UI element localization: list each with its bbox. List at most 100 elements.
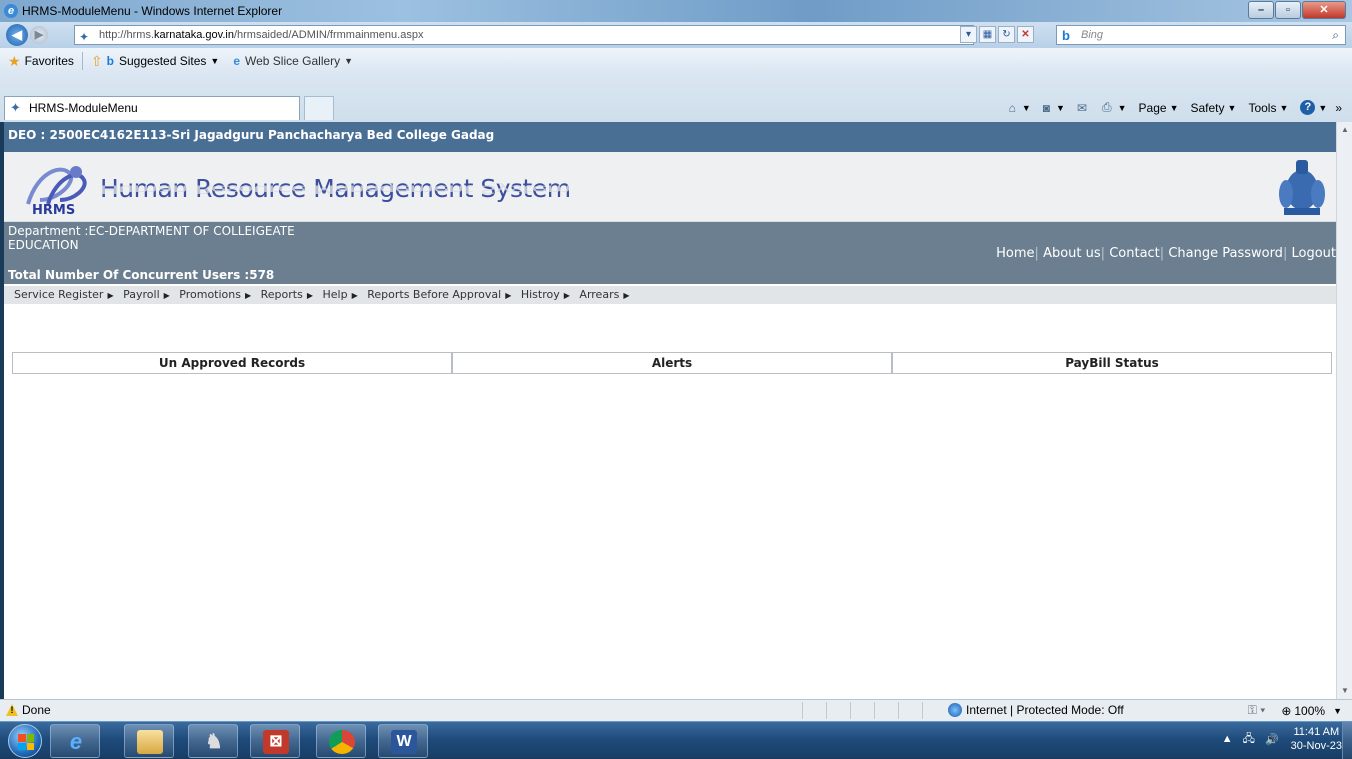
deo-header: DEO : 2500EC4162E113-Sri Jagadguru Panch… <box>4 122 1336 152</box>
forward-button[interactable]: ▶ <box>30 26 48 44</box>
page-menu[interactable]: Page ▼ <box>1139 101 1179 115</box>
mail-button[interactable]: ✉ <box>1077 101 1090 115</box>
dashboard-panels: Un Approved Records Alerts PayBill Statu… <box>12 352 1332 374</box>
logo-text: HRMS <box>32 203 75 216</box>
clock-date: 30-Nov-23 <box>1290 740 1342 752</box>
safety-menu[interactable]: Safety ▼ <box>1191 101 1237 115</box>
page-content: DEO : 2500EC4162E113-Sri Jagadguru Panch… <box>4 122 1336 699</box>
panel-unapproved-records: Un Approved Records <box>12 352 452 374</box>
menu-promotions[interactable]: Promotions <box>179 288 241 301</box>
taskbar-chess[interactable]: ♞ <box>188 724 238 758</box>
minimize-button[interactable]: – <box>1248 1 1274 19</box>
scroll-down-icon[interactable]: ▼ <box>1337 683 1352 699</box>
mail-icon: ✉ <box>1076 100 1088 115</box>
fav-suggested-sites[interactable]: b Suggested Sites ▼ <box>107 54 220 68</box>
clock[interactable]: 11:41 AM 30-Nov-23 <box>1291 725 1342 753</box>
rss-icon: ◙ <box>1042 100 1051 115</box>
dropdown-arrow-icon[interactable]: ▾ <box>960 26 977 43</box>
panel-paybill-status: PayBill Status <box>892 352 1332 374</box>
tab-hrms[interactable]: ✦ HRMS-ModuleMenu <box>4 96 300 120</box>
protected-mode-icon: ⚿ ▾ <box>1247 703 1266 717</box>
fav-web-slice-gallery[interactable]: e Web Slice Gallery ▼ <box>233 54 353 68</box>
start-button[interactable] <box>8 724 42 758</box>
logout-link[interactable]: Logout <box>1291 246 1336 261</box>
menu-arrow-icon: ▶ <box>306 291 313 300</box>
favorites-bar: ★ Favorites ⇧ b Suggested Sites ▼ e Web … <box>0 48 1352 74</box>
about-us-link[interactable]: About us <box>1043 246 1101 261</box>
status-text: Done <box>22 703 51 717</box>
url-path: /hrmsaided/ADMIN/frmmainmenu.aspx <box>233 29 424 41</box>
menu-arrears[interactable]: Arrears <box>579 288 619 301</box>
folder-icon <box>137 730 163 754</box>
maximize-button[interactable]: ▫ <box>1275 1 1301 19</box>
network-icon[interactable]: 🖧 <box>1243 730 1255 749</box>
add-favorites-icon[interactable]: ⇧ <box>91 53 103 70</box>
title-bar: e HRMS-ModuleMenu - Windows Internet Exp… <box>0 0 1352 22</box>
taskbar-explorer[interactable] <box>124 724 174 758</box>
concurrent-users: Total Number Of Concurrent Users :578 <box>8 268 275 282</box>
close-button[interactable]: ✕ <box>1302 1 1346 19</box>
word-icon: W <box>391 730 417 754</box>
refresh-icon[interactable]: ↻ <box>998 26 1015 43</box>
search-box[interactable]: b Bing ⌕ <box>1056 25 1346 45</box>
window-controls: – ▫ ✕ <box>1247 1 1346 19</box>
chevron-down-icon: ▼ <box>344 56 354 66</box>
bing-icon: b <box>106 54 114 68</box>
home-link[interactable]: Home <box>996 246 1034 261</box>
change-password-link[interactable]: Change Password <box>1168 246 1283 261</box>
menu-payroll[interactable]: Payroll <box>123 288 160 301</box>
module-menu: Service Register ▶ Payroll ▶ Promotions ▶ R… <box>4 286 1336 304</box>
address-row: ◀ ▶ ✦ http://hrms.karnataka.gov.in/hrmsa… <box>0 22 1352 48</box>
show-desktop-button[interactable] <box>1342 722 1352 759</box>
taskbar-pdf[interactable]: ⊠ <box>250 724 300 758</box>
page-menu-label: Page <box>1138 100 1167 115</box>
address-tools: ▾ ▦ ↻ ✕ <box>958 26 1034 43</box>
search-icon[interactable]: ⌕ <box>1332 26 1339 44</box>
ie-icon: e <box>233 54 241 68</box>
address-bar[interactable]: ✦ http://hrms.karnataka.gov.in/hrmsaided… <box>74 25 974 45</box>
system-title-reflection: Human Resource Management System <box>100 182 571 196</box>
chrome-icon <box>329 730 355 754</box>
contact-link[interactable]: Contact <box>1109 246 1160 261</box>
menu-arrow-icon: ▶ <box>563 291 570 300</box>
status-bar: ! Done Internet | Protected Mode: Off ⚿ … <box>0 699 1352 721</box>
favorites-button[interactable]: Favorites <box>25 54 74 68</box>
pdf-icon: ⊠ <box>263 730 289 754</box>
show-hidden-icons-icon[interactable]: ▲ <box>1222 733 1233 745</box>
menu-arrow-icon: ▶ <box>351 291 358 300</box>
menu-service-register[interactable]: Service Register <box>14 288 103 301</box>
hrms-logo: HRMS <box>26 166 87 216</box>
taskbar-word[interactable]: W <box>378 724 428 758</box>
home-button[interactable]: ⌂ ▼ <box>1009 101 1031 115</box>
feeds-button[interactable]: ◙ ▼ <box>1043 101 1065 115</box>
menu-help[interactable]: Help <box>323 288 348 301</box>
taskbar-ie[interactable]: e <box>50 724 100 758</box>
menu-history[interactable]: Histroy <box>521 288 560 301</box>
help-menu[interactable]: ? ▼ <box>1300 100 1327 115</box>
back-button[interactable]: ◀ <box>6 24 28 46</box>
stop-icon[interactable]: ✕ <box>1017 26 1034 43</box>
print-button[interactable]: ⎙ ▼ <box>1102 100 1127 115</box>
more-chevron-icon[interactable]: » <box>1335 101 1342 115</box>
karnataka-emblem-icon <box>1279 160 1325 215</box>
print-icon: ⎙ <box>1102 100 1112 114</box>
system-tray: ▲ 🖧 🔊 11:41 AM 30-Nov-23 <box>1212 725 1342 753</box>
menu-arrow-icon: ▶ <box>505 291 512 300</box>
compatibility-view-icon[interactable]: ▦ <box>979 26 996 43</box>
zoom-control[interactable]: ⚿ ▾ ⊕ 100% ▼ <box>1248 703 1342 718</box>
new-tab-button[interactable] <box>304 96 334 120</box>
zone-text: Internet | Protected Mode: Off <box>966 703 1124 717</box>
tools-menu[interactable]: Tools ▼ <box>1248 101 1288 115</box>
command-bar: ⌂ ▼ ◙ ▼ ✉ ⎙ ▼ Page ▼ Safety ▼ Tools ▼ ? ▼ » <box>997 100 1342 115</box>
hrms-banner: HRMS Human Resource Management System Hu… <box>4 152 1336 222</box>
menu-reports[interactable]: Reports <box>261 288 303 301</box>
chevron-down-icon: ▼ <box>210 56 220 66</box>
volume-icon[interactable]: 🔊 <box>1265 733 1279 746</box>
windows-logo-icon <box>18 734 34 750</box>
menu-reports-before-approval[interactable]: Reports Before Approval <box>367 288 501 301</box>
taskbar-chrome[interactable] <box>316 724 366 758</box>
security-zone[interactable]: Internet | Protected Mode: Off <box>948 703 1124 717</box>
site-favicon-icon: ✦ <box>10 100 21 115</box>
vertical-scrollbar[interactable]: ▲ ▼ <box>1336 122 1352 699</box>
scroll-up-icon[interactable]: ▲ <box>1337 122 1352 138</box>
